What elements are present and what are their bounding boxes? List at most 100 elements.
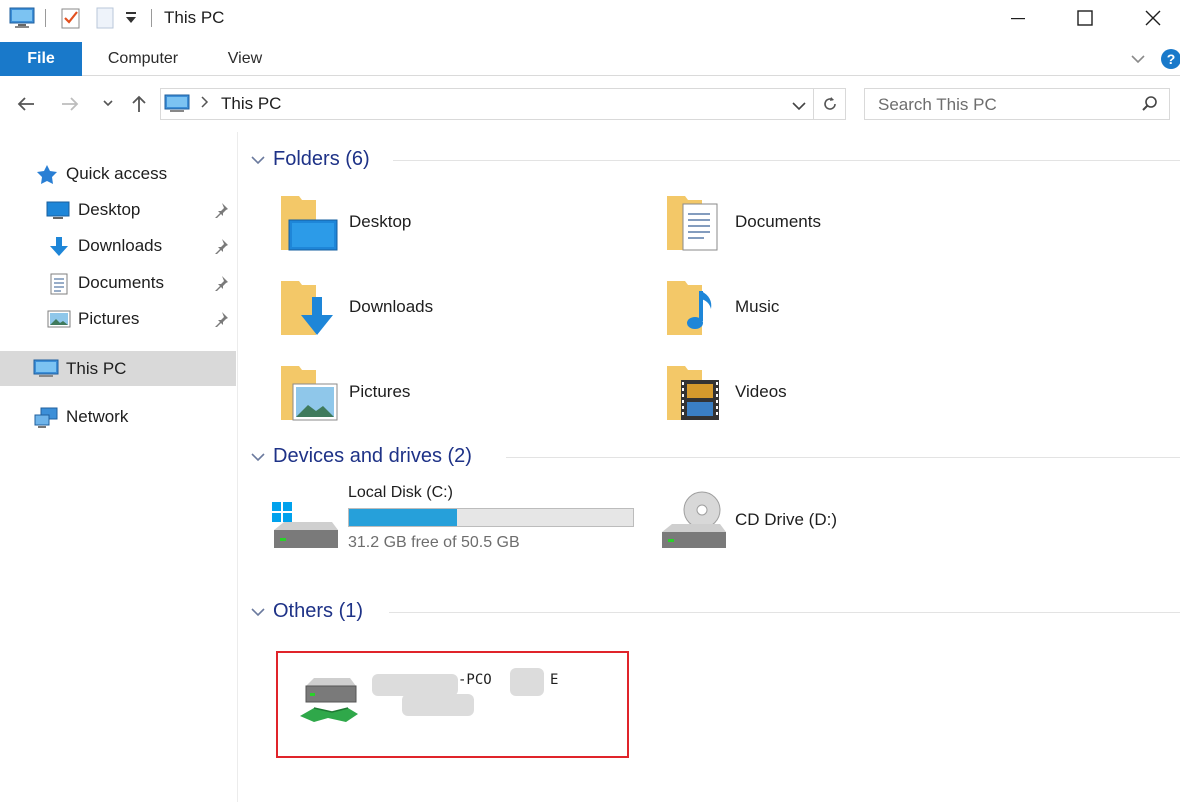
properties-icon[interactable] [60,6,82,35]
customize-toolbar-icon[interactable] [124,10,138,31]
help-icon[interactable]: ? [1160,48,1180,75]
expand-ribbon-icon[interactable] [1130,52,1146,70]
folder-label: Desktop [349,212,412,231]
documents-icon [50,273,68,300]
this-pc-icon [33,358,59,385]
folder-label: Music [735,297,780,316]
downloads-icon [47,236,71,263]
sidebar-item-documents[interactable]: Documents [0,267,236,299]
tab-computer[interactable]: Computer [92,42,194,76]
folder-music[interactable]: Music [665,269,1025,345]
navigation-pane: Quick access Desktop Downloads Documents… [0,132,238,802]
breadcrumb-chevron-icon[interactable] [199,95,209,114]
network-drive-item[interactable]: -PCO E [296,664,616,734]
minimize-button[interactable] [995,0,1041,36]
divider [506,457,1180,458]
sidebar-item-quick-access[interactable]: Quick access [0,158,236,190]
pin-icon[interactable] [213,238,229,259]
desktop-icon [46,200,70,225]
tab-file[interactable]: File [0,42,82,76]
forward-button[interactable] [56,90,84,118]
videos-folder-icon [665,360,727,431]
folder-label: Videos [735,382,787,401]
folder-downloads[interactable]: Downloads [279,269,639,345]
search-box[interactable]: Search This PC [864,88,1170,120]
tab-view[interactable]: View [214,42,276,76]
cd-drive-icon [658,488,728,557]
up-button[interactable] [125,90,153,118]
close-button[interactable] [1130,0,1176,36]
maximize-icon [1077,10,1093,26]
drive-info: Local Disk (C:) 31.2 GB free of 50.5 GB [348,484,638,554]
sidebar-item-this-pc[interactable]: This PC [0,351,236,386]
separator [45,9,46,27]
section-title: Folders (6) [273,148,370,170]
back-arrow-icon [17,97,34,111]
this-pc-icon[interactable] [9,6,35,35]
folder-desktop[interactable]: Desktop [279,184,639,260]
search-icon[interactable] [1141,95,1159,118]
sidebar-item-label: Pictures [78,309,140,328]
recent-locations-button[interactable] [94,90,122,118]
up-arrow-icon [132,95,146,112]
hard-drive-icon [270,500,340,559]
maximize-button[interactable] [1062,0,1108,36]
sidebar-item-desktop[interactable]: Desktop [0,194,236,226]
disk-usage-fill [349,509,457,526]
divider [389,612,1180,613]
back-button[interactable] [12,90,40,118]
disk-usage-bar [348,508,634,527]
folder-label: Documents [735,212,821,231]
navigation-bar: This PC Search This PC [0,84,1180,124]
search-input[interactable]: Search This PC [878,95,997,115]
section-header-others[interactable]: Others (1) [248,598,1180,626]
chevron-down-icon [250,153,266,171]
drive-cd-d[interactable]: CD Drive (D:) [656,484,996,554]
pin-icon[interactable] [213,311,229,332]
folder-videos[interactable]: Videos [665,354,1025,430]
sidebar-item-label: Documents [78,273,164,292]
title-bar: This PC [0,0,1180,38]
star-icon [36,164,58,189]
folder-label: Pictures [349,382,411,401]
svg-text:?: ? [1167,51,1176,67]
sidebar-item-label: Quick access [66,164,168,183]
network-drive-name-part: -PCO [458,672,492,688]
section-header-folders[interactable]: Folders (6) [248,146,1180,174]
drive-local-disk-c[interactable]: Local Disk (C:) 31.2 GB free of 50.5 GB [268,484,638,554]
close-icon [1145,10,1161,26]
forward-arrow-icon [62,97,79,111]
pin-icon[interactable] [213,275,229,296]
pictures-icon [47,309,71,334]
sidebar-item-label: This PC [66,359,127,378]
documents-folder-icon [665,190,727,261]
network-icon [33,407,59,434]
redacted-text [510,668,544,696]
redacted-text [402,694,474,716]
sidebar-item-label: Network [66,407,129,426]
folder-documents[interactable]: Documents [665,184,1025,260]
section-title: Devices and drives (2) [273,445,472,467]
section-header-devices-and-drives[interactable]: Devices and drives (2) [248,443,1180,471]
redacted-text [372,674,458,696]
address-dropdown-icon[interactable] [791,99,807,117]
minimize-icon [1011,18,1025,20]
sidebar-item-network[interactable]: Network [0,401,236,433]
drive-name: Local Disk (C:) [348,484,453,501]
sidebar-item-pictures[interactable]: Pictures [0,303,236,335]
pin-icon[interactable] [213,202,229,223]
network-drive-name-part: E [550,672,559,688]
address-bar[interactable]: This PC [160,88,846,120]
refresh-icon[interactable] [821,95,839,118]
sidebar-item-downloads[interactable]: Downloads [0,230,236,262]
chevron-down-icon [250,605,266,623]
separator [813,89,814,119]
folder-label: Downloads [349,297,434,316]
music-folder-icon [665,275,727,346]
breadcrumb[interactable]: This PC [221,94,281,114]
pictures-folder-icon [279,360,341,431]
downloads-folder-icon [279,275,341,346]
new-folder-icon[interactable] [95,6,117,35]
chevron-down-icon [250,450,266,468]
folder-pictures[interactable]: Pictures [279,354,639,430]
